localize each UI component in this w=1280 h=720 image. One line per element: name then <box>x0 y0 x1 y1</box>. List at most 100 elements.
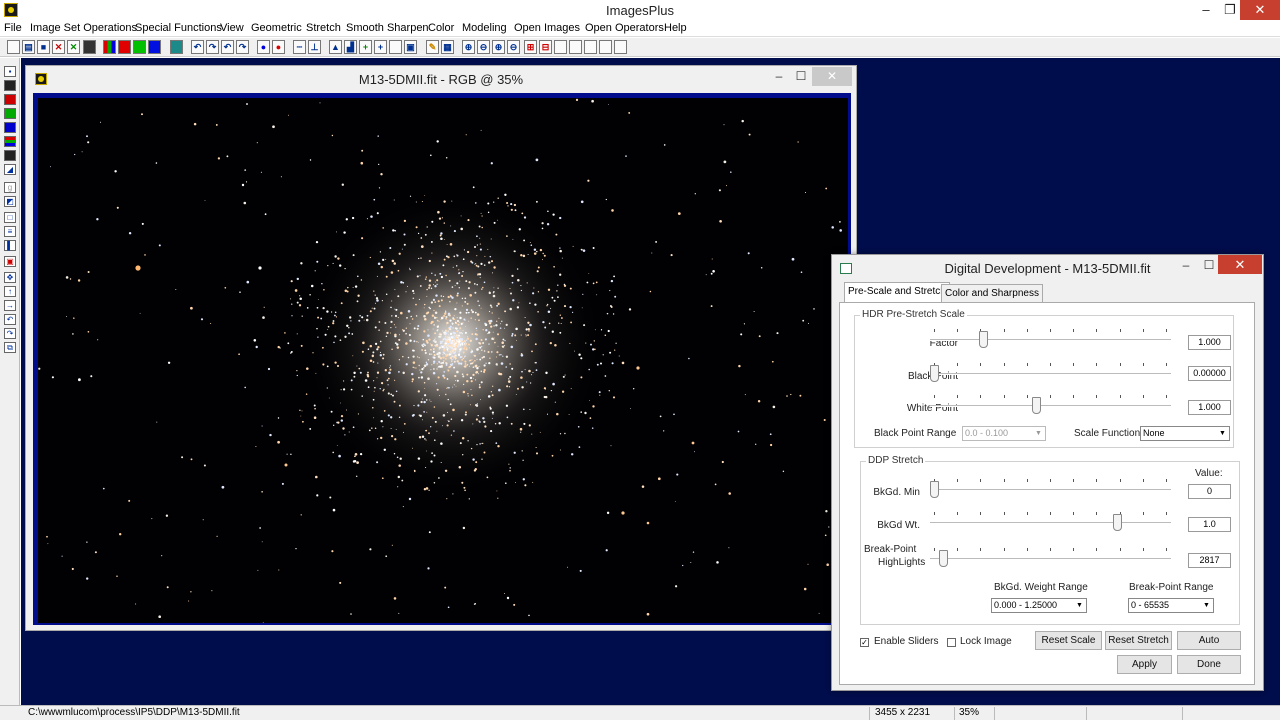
close-image-icon[interactable]: ✕ <box>52 40 65 54</box>
tool-up-arrow-icon[interactable]: ↑ <box>4 286 16 297</box>
lock-image-checkbox[interactable] <box>947 638 956 647</box>
menu-color[interactable]: Color <box>428 22 454 34</box>
red-dot-icon[interactable]: ● <box>272 40 285 54</box>
slider-thumb[interactable] <box>930 481 939 498</box>
tool-gray-icon[interactable] <box>4 150 16 161</box>
factor-slider[interactable] <box>930 329 1171 349</box>
apply-button[interactable]: Apply <box>1117 655 1172 674</box>
tool-rotate-left-icon[interactable]: ↶ <box>4 314 16 325</box>
bkgd-wt-value[interactable]: 1.0 <box>1188 517 1231 532</box>
window-tiny-icon[interactable] <box>599 40 612 54</box>
tool-frame-icon[interactable]: □ <box>4 212 16 223</box>
chevron-down-icon[interactable]: ▼ <box>1201 600 1212 611</box>
menu-open-operators[interactable]: Open Operators <box>585 22 664 34</box>
tool-rgb-icon[interactable] <box>4 136 16 147</box>
zoom-plus-box-icon[interactable]: ⊞ <box>524 40 537 54</box>
break-point-range-select[interactable]: 0 - 65535 ▼ <box>1128 598 1214 613</box>
white-point-value[interactable]: 1.000 <box>1188 400 1231 415</box>
menu-geometric[interactable]: Geometric <box>251 22 302 34</box>
reset-scale-button[interactable]: Reset Scale <box>1035 631 1102 650</box>
window-small-icon[interactable] <box>584 40 597 54</box>
digital-development-dialog[interactable]: Digital Development - M13-5DMII.fit – ☐ … <box>831 254 1264 691</box>
zoom-fit-icon[interactable]: ⊕ <box>492 40 505 54</box>
slider-thumb[interactable] <box>978 331 988 348</box>
tool-mark-icon[interactable]: ▣ <box>4 256 16 267</box>
blank-tool-icon[interactable] <box>389 40 402 54</box>
slider-thumb[interactable] <box>930 365 939 382</box>
scale-function-select[interactable]: None ▼ <box>1140 426 1230 441</box>
menu-stretch[interactable]: Stretch <box>306 22 341 34</box>
histogram-icon[interactable]: ▲ <box>329 40 342 54</box>
image-close-button[interactable]: ✕ <box>812 67 852 86</box>
bkgd-min-slider[interactable] <box>930 479 1171 499</box>
tool-blue-icon[interactable] <box>4 122 16 133</box>
weight-range-select[interactable]: 0.000 - 1.25000 ▼ <box>991 598 1087 613</box>
black-point-slider[interactable] <box>930 363 1171 383</box>
slider-track[interactable] <box>930 558 1171 560</box>
image-window[interactable]: M13-5DMII.fit - RGB @ 35% – ☐ ✕ <box>25 65 857 631</box>
menu-smooth-sharpen[interactable]: Smooth Sharpen <box>346 22 429 34</box>
close-all-icon[interactable]: ✕ <box>67 40 80 54</box>
white-point-slider[interactable] <box>930 395 1171 415</box>
zoom-in-icon[interactable]: ⊕ <box>462 40 475 54</box>
tool-right-arrow-icon[interactable]: → <box>4 300 16 311</box>
blue-dot-icon[interactable]: ● <box>257 40 270 54</box>
menu-special-functions[interactable]: Special Functions <box>135 22 222 34</box>
menu-modeling[interactable]: Modeling <box>462 22 507 34</box>
tool-move-icon[interactable]: ✥ <box>4 272 16 283</box>
slider-track[interactable] <box>930 373 1171 375</box>
redo-all-icon[interactable]: ↷ <box>236 40 249 54</box>
measure-icon[interactable]: ⊥ <box>308 40 321 54</box>
redo-icon[interactable]: ↷ <box>206 40 219 54</box>
dotted-line-icon[interactable]: ┄ <box>293 40 306 54</box>
pencil-icon[interactable]: ✎ <box>426 40 439 54</box>
menu-open-images[interactable]: Open Images <box>514 22 580 34</box>
slider-track[interactable] <box>930 339 1171 341</box>
zoom-out-icon[interactable]: ⊖ <box>477 40 490 54</box>
window-mini-icon[interactable] <box>614 40 627 54</box>
dialog-titlebar[interactable]: Digital Development - M13-5DMII.fit – ☐ … <box>832 255 1263 282</box>
dialog-close-button[interactable]: ✕ <box>1218 255 1262 274</box>
calculator-icon[interactable]: ▦ <box>441 40 454 54</box>
slider-track[interactable] <box>930 405 1171 407</box>
tool-align-icon[interactable]: ≡ <box>4 226 16 237</box>
window-large-icon[interactable] <box>554 40 567 54</box>
zoom-minus-box-icon[interactable]: ⊟ <box>539 40 552 54</box>
app-close-button[interactable]: ✕ <box>1240 0 1280 20</box>
tool-green-icon[interactable] <box>4 108 16 119</box>
break-point-value[interactable]: 2817 <box>1188 553 1231 568</box>
tool-bar-icon[interactable]: ▌ <box>4 240 16 251</box>
enable-sliders-checkbox[interactable]: ✓ <box>860 638 869 647</box>
break-point-slider[interactable] <box>930 548 1171 568</box>
window-medium-icon[interactable] <box>569 40 582 54</box>
tool-duplicate-icon[interactable]: ⧉ <box>4 342 16 353</box>
tool-black-icon[interactable] <box>4 80 16 91</box>
save-icon[interactable]: ■ <box>37 40 50 54</box>
menu-image-set-operations[interactable]: Image Set Operations <box>30 22 137 34</box>
image-window-titlebar[interactable]: M13-5DMII.fit - RGB @ 35% – ☐ ✕ <box>26 66 856 92</box>
m13-star-image[interactable] <box>38 98 848 623</box>
black-point-value[interactable]: 0.00000 <box>1188 366 1231 381</box>
menu-file[interactable]: File <box>4 22 22 34</box>
camera-icon[interactable]: ▣ <box>404 40 417 54</box>
slider-thumb[interactable] <box>939 550 949 567</box>
crosshair-black-icon[interactable]: + <box>374 40 387 54</box>
factor-value[interactable]: 1.000 <box>1188 335 1231 350</box>
open-folder-icon[interactable]: ▤ <box>22 40 35 54</box>
tool-rotate-right-icon[interactable]: ↷ <box>4 328 16 339</box>
enable-sliders-label[interactable]: Enable Sliders <box>874 636 938 647</box>
slider-thumb[interactable] <box>1113 514 1123 531</box>
menu-help[interactable]: Help <box>664 22 687 34</box>
red-channel-icon[interactable] <box>118 40 131 54</box>
lock-image-label[interactable]: Lock Image <box>960 636 1012 647</box>
blue-channel-icon[interactable] <box>148 40 161 54</box>
tool-save-icon[interactable]: ▪ <box>4 66 16 77</box>
tool-gradient-icon[interactable]: ◩ <box>4 196 16 207</box>
chevron-down-icon[interactable]: ▼ <box>1217 428 1228 439</box>
auto-button[interactable]: Auto <box>1177 631 1241 650</box>
zoom-reset-icon[interactable]: ⊖ <box>507 40 520 54</box>
image-maximize-button[interactable]: ☐ <box>788 67 814 86</box>
tool-red-icon[interactable] <box>4 94 16 105</box>
menu-view[interactable]: View <box>220 22 244 34</box>
tool-disabled-icon[interactable]: g <box>4 182 16 193</box>
